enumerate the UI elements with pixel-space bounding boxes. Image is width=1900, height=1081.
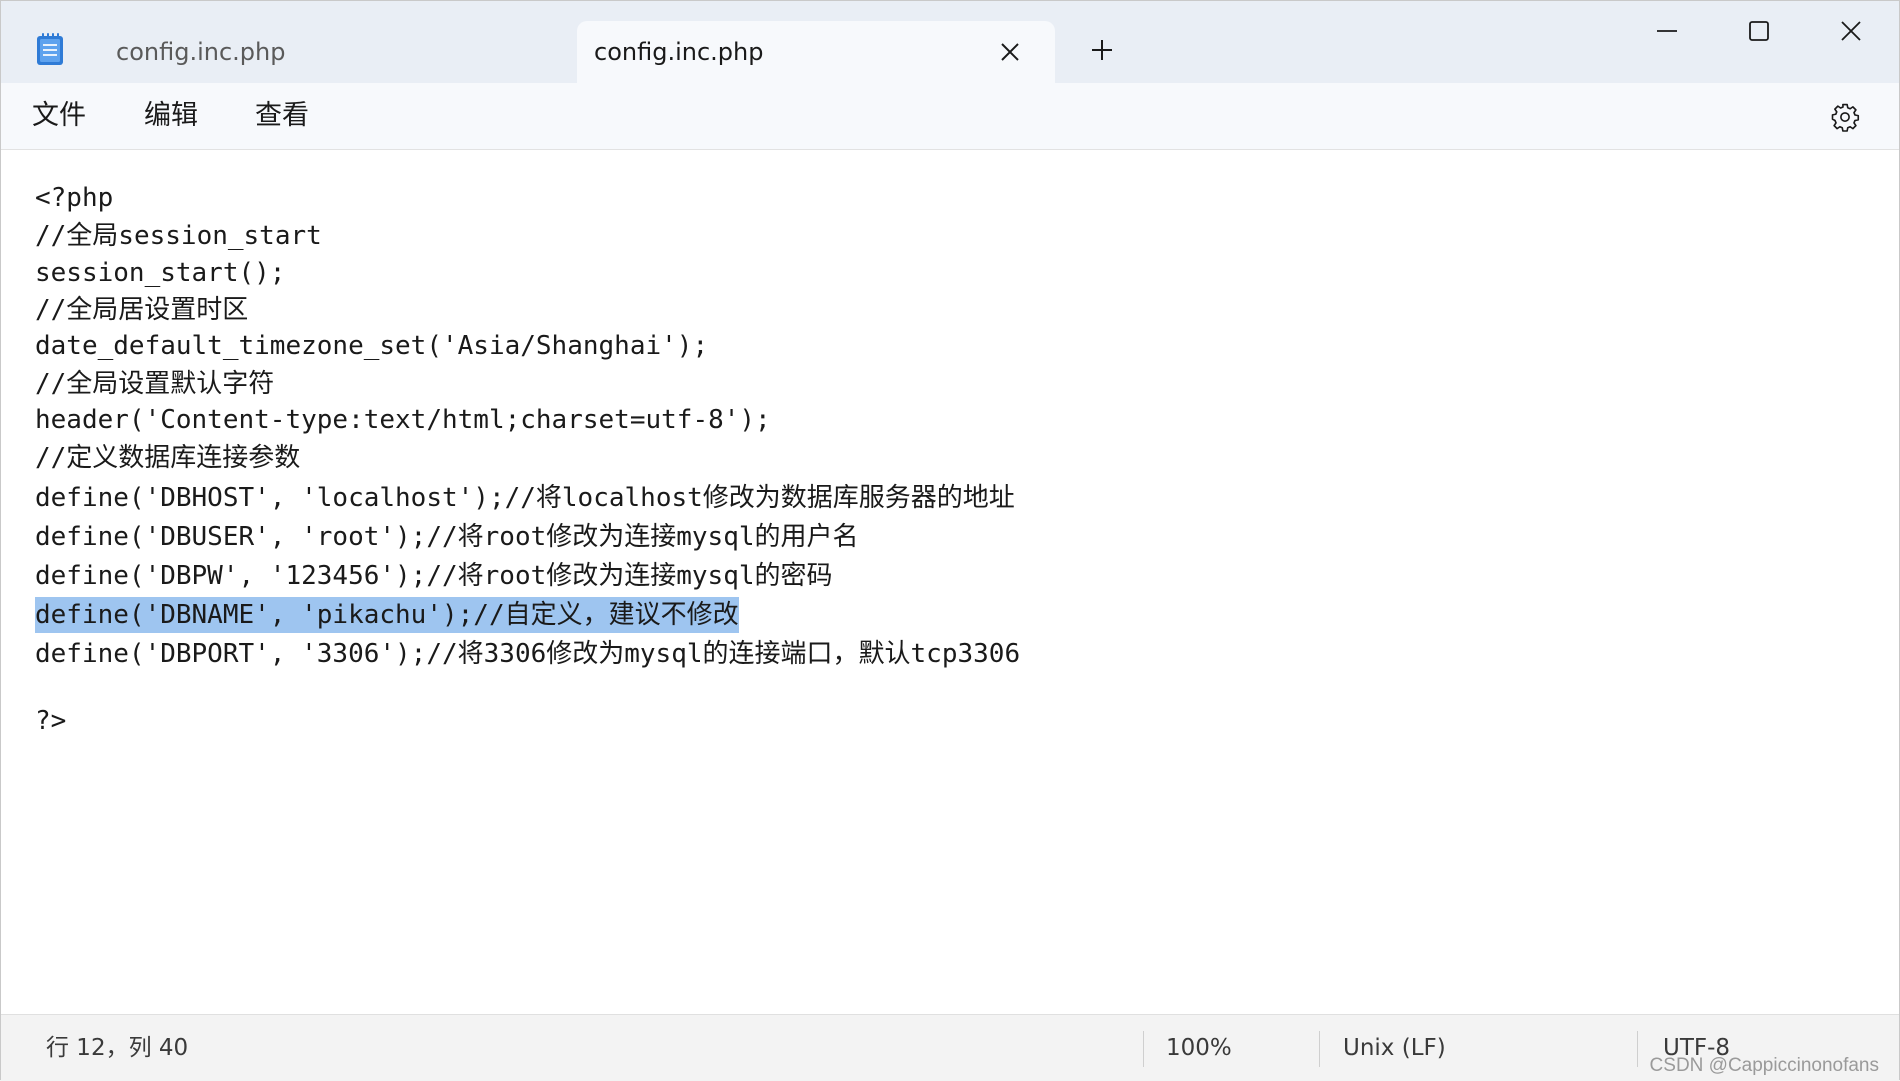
tab-title: config.inc.php [116, 38, 286, 66]
line-ending[interactable]: Unix (LF) [1343, 1033, 1446, 1063]
code-line: date_default_timezone_set('Asia/Shanghai… [35, 331, 709, 361]
status-divider [1143, 1031, 1144, 1067]
minimize-icon[interactable] [1637, 9, 1697, 53]
maximize-icon[interactable] [1729, 9, 1789, 53]
code-line: define('DBPW', '123456');//将root修改为连接mys… [35, 561, 833, 591]
code-line: //全局居设置时区 [35, 295, 249, 325]
code-line: define('DBHOST', 'localhost');//将localho… [35, 483, 1015, 513]
code-line: header('Content-type:text/html;charset=u… [35, 405, 771, 435]
code-line: ?> [35, 706, 67, 736]
code-line-selected: define('DBNAME', 'pikachu');//自定义，建议不修改 [35, 597, 739, 633]
menu-file[interactable]: 文件 [30, 97, 88, 135]
status-divider [1637, 1031, 1638, 1067]
gear-icon[interactable] [1825, 97, 1865, 137]
tab-title: config.inc.php [594, 38, 764, 66]
cursor-position: 行 12，列 40 [46, 1035, 189, 1061]
code-line: define('DBUSER', 'root');//将root修改为连接mys… [35, 522, 859, 552]
code-line: session_start(); [35, 258, 286, 288]
zoom-level[interactable]: 100% [1166, 1033, 1232, 1063]
watermark: CSDN @Cappiccinonofans [1649, 1055, 1879, 1076]
status-bar: 行 12，列 40 100% Unix (LF) UTF-8 CSDN @Cap… [1, 1014, 1899, 1081]
close-icon[interactable] [995, 37, 1025, 67]
title-bar: config.inc.php config.inc.php [1, 1, 1899, 83]
menu-bar: 文件 编辑 查看 [1, 83, 1899, 150]
tab-active[interactable]: config.inc.php [577, 21, 1055, 83]
menu-edit[interactable]: 编辑 [142, 97, 200, 135]
window-close-icon[interactable] [1821, 9, 1881, 53]
plus-icon[interactable] [1087, 35, 1117, 65]
code-line: //全局设置默认字符 [35, 369, 275, 399]
status-divider [1319, 1031, 1320, 1067]
code-line: //定义数据库连接参数 [35, 443, 301, 473]
text-editor[interactable]: <?php //全局session_start session_start();… [1, 150, 1899, 1014]
notepad-window: config.inc.php config.inc.php 文件 编辑 查看 <… [0, 0, 1900, 1081]
code-line: <?php [35, 183, 114, 213]
code-line: define('DBPORT', '3306');//将3306修改为mysql… [35, 639, 1021, 669]
menu-view[interactable]: 查看 [253, 97, 311, 135]
tab-inactive[interactable]: config.inc.php [86, 21, 576, 83]
notepad-icon [35, 31, 65, 67]
code-line: //全局session_start [35, 221, 322, 251]
